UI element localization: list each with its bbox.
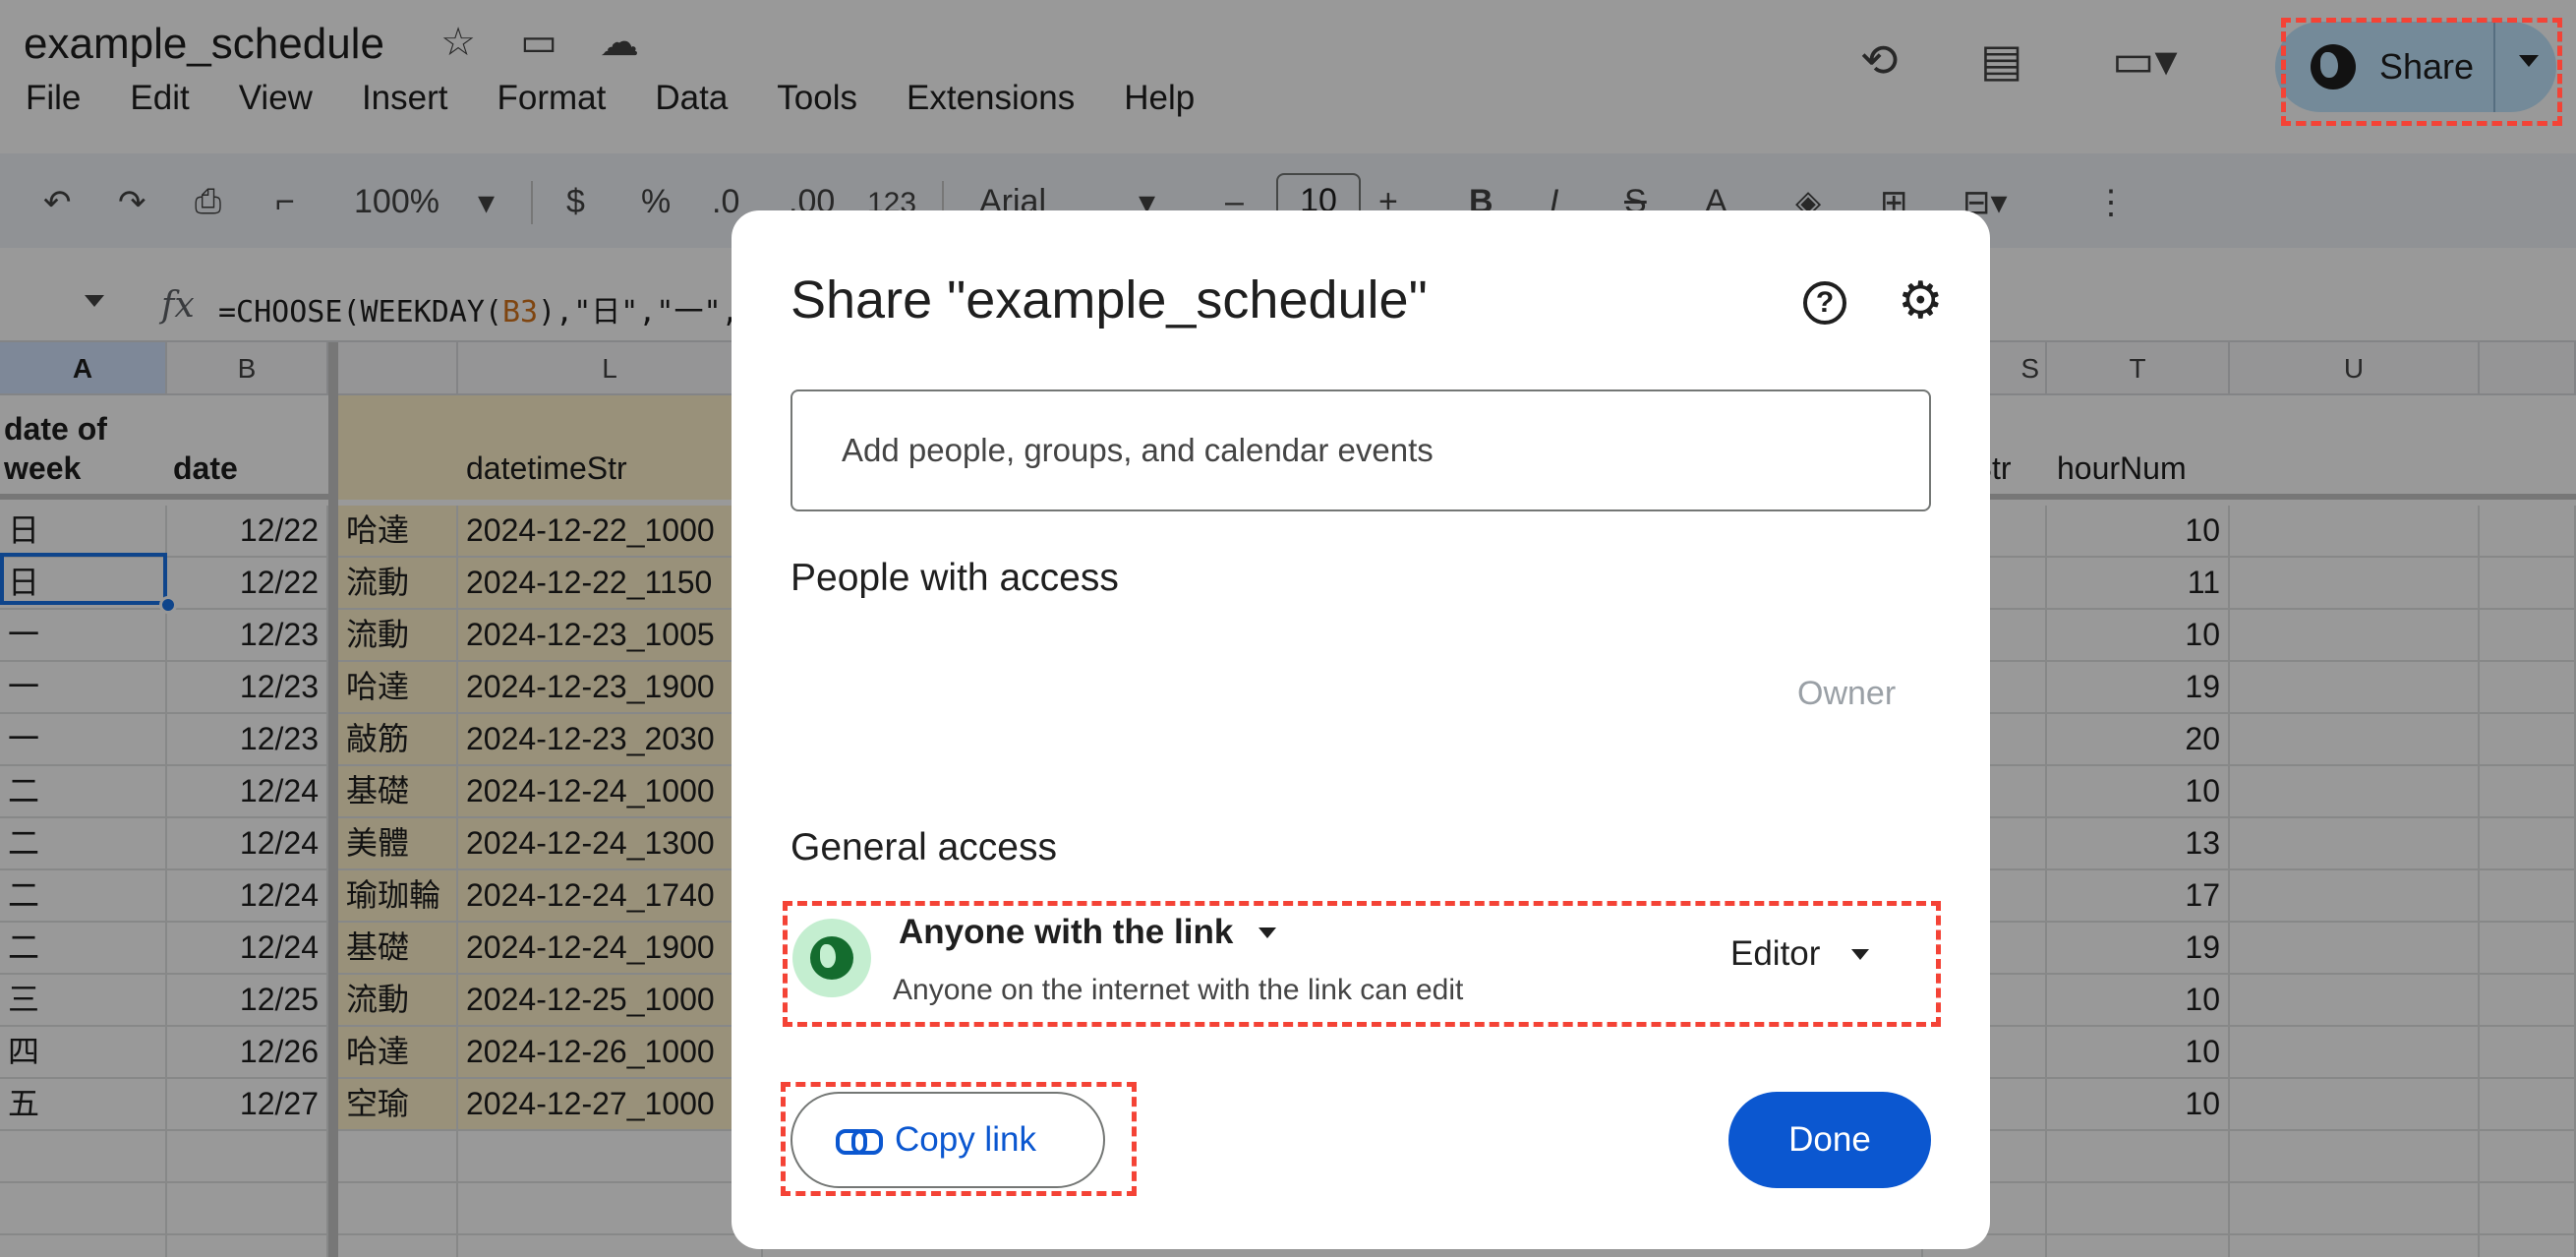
general-access-title: General access	[790, 826, 1057, 868]
add-people-input[interactable]	[790, 389, 1931, 511]
people-with-access-title: People with access	[790, 557, 1119, 599]
owner-role-label: Owner	[1797, 675, 1897, 712]
general-access-highlight	[783, 901, 1941, 1027]
share-button-highlight-top	[2281, 18, 2562, 126]
dialog-title: Share "example_schedule"	[790, 270, 1428, 329]
done-button[interactable]: Done	[1728, 1092, 1931, 1188]
settings-gear-icon[interactable]: ⚙	[1898, 275, 1944, 327]
copy-link-highlight	[781, 1082, 1137, 1196]
share-dialog: Share "example_schedule" ? ⚙ People with…	[732, 210, 1990, 1249]
help-icon[interactable]: ?	[1803, 281, 1846, 325]
